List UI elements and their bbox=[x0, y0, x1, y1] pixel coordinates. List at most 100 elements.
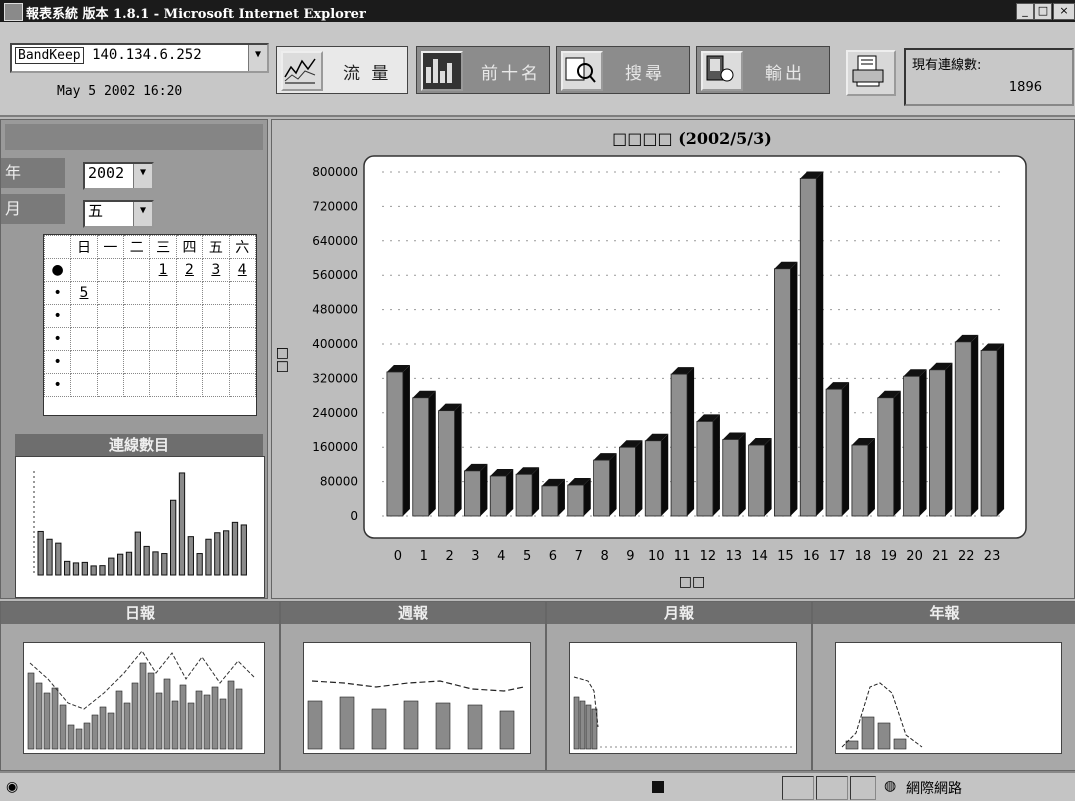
calendar-week-row: • bbox=[43, 350, 257, 374]
connections-label: 現有連線數: bbox=[912, 58, 982, 73]
yearly-report-chart[interactable] bbox=[835, 642, 1062, 754]
traffic-label: 流 量 bbox=[343, 64, 392, 84]
monthly-report-chart[interactable] bbox=[569, 642, 797, 754]
maximize-button[interactable]: □ bbox=[1034, 3, 1052, 20]
mini-bar bbox=[223, 530, 230, 576]
bar-side bbox=[712, 414, 720, 516]
bar bbox=[929, 362, 953, 517]
current-datetime: May 5 2002 16:20 bbox=[57, 84, 183, 99]
plot-area bbox=[363, 155, 1027, 539]
mini-bar bbox=[55, 542, 62, 576]
device-select[interactable]: BandKeep 140.134.6.252 ▼ bbox=[10, 43, 269, 73]
mini-bar bbox=[170, 499, 177, 576]
bar bbox=[851, 438, 875, 517]
bar bbox=[464, 463, 488, 517]
bar bbox=[644, 433, 669, 517]
calendar-day-link[interactable]: 5 bbox=[70, 281, 98, 305]
weekly-report-chart[interactable] bbox=[303, 642, 531, 754]
calendar-day-link[interactable]: 3 bbox=[202, 258, 230, 282]
month-label: 月 bbox=[1, 194, 65, 224]
mini-bar-chart bbox=[33, 471, 247, 576]
bar-front bbox=[619, 446, 636, 517]
bar bbox=[619, 440, 643, 517]
bar-side bbox=[945, 362, 953, 516]
print-button[interactable] bbox=[846, 50, 896, 96]
x-tick-label: 4 bbox=[497, 549, 505, 564]
week-globe-icon[interactable]: • bbox=[43, 304, 72, 328]
top10-button[interactable]: 前十名 bbox=[416, 46, 550, 94]
calendar-day-link[interactable]: 2 bbox=[175, 258, 204, 282]
chevron-down-icon[interactable]: ▼ bbox=[133, 202, 152, 226]
bar-front bbox=[851, 444, 869, 517]
x-tick-label: 1 bbox=[420, 549, 428, 564]
close-button[interactable]: × bbox=[1053, 3, 1075, 20]
export-icon bbox=[701, 51, 743, 91]
calendar-week-row: • bbox=[43, 373, 257, 397]
week-globe-icon[interactable]: • bbox=[43, 350, 72, 374]
daily-report-panel[interactable]: 日報 bbox=[0, 601, 280, 771]
bar-side bbox=[687, 367, 695, 516]
x-tick-label: 12 bbox=[700, 549, 717, 564]
bar-front bbox=[489, 475, 507, 517]
traffic-button[interactable]: 流 量 bbox=[276, 46, 408, 94]
bar bbox=[954, 334, 979, 517]
week-globe-icon[interactable]: • bbox=[43, 327, 72, 351]
search-button[interactable]: 搜尋 bbox=[556, 46, 690, 94]
mini-chart-title: 連線數目 bbox=[15, 434, 263, 456]
x-tick-label: 15 bbox=[777, 549, 794, 564]
mini-connections-chart[interactable] bbox=[15, 456, 265, 598]
mini-bar bbox=[46, 538, 53, 576]
bar-side bbox=[506, 469, 514, 516]
week-globe-icon[interactable]: • bbox=[43, 373, 72, 397]
bar bbox=[722, 432, 746, 517]
bar bbox=[799, 171, 824, 517]
x-tick-label: 23 bbox=[984, 549, 1001, 564]
x-tick-label: 20 bbox=[906, 549, 923, 564]
mini-bar bbox=[81, 561, 88, 576]
month-select[interactable]: 五 ▼ bbox=[83, 200, 154, 228]
bar-side bbox=[402, 364, 410, 516]
weekday-tue: 二 bbox=[123, 235, 151, 259]
week-globe-icon[interactable]: ● bbox=[43, 258, 72, 282]
status-pane bbox=[816, 776, 848, 800]
y-tick-label: 800000 bbox=[312, 165, 358, 179]
bar bbox=[541, 478, 565, 517]
bar bbox=[386, 364, 410, 517]
calendar-day-link[interactable]: 1 bbox=[149, 258, 177, 282]
bar-side bbox=[764, 438, 772, 516]
weekday-sat: 六 bbox=[228, 235, 257, 259]
bar-side bbox=[532, 467, 540, 516]
device-prefix: BandKeep bbox=[15, 47, 84, 64]
mini-bar bbox=[161, 553, 168, 576]
bar-side bbox=[893, 390, 901, 516]
chevron-down-icon[interactable]: ▼ bbox=[248, 45, 267, 71]
x-tick-label: 18 bbox=[855, 549, 872, 564]
yearly-report-panel[interactable]: 年報 bbox=[812, 601, 1075, 771]
monthly-report-panel[interactable]: 月報 bbox=[546, 601, 812, 771]
year-select[interactable]: 2002 ▼ bbox=[83, 162, 154, 190]
bar-side bbox=[635, 440, 643, 516]
bar-front bbox=[464, 470, 481, 517]
bar-side bbox=[480, 463, 488, 516]
weekly-report-panel[interactable]: 週報 bbox=[280, 601, 546, 771]
calendar-day-link[interactable]: 4 bbox=[228, 258, 257, 282]
bar bbox=[489, 469, 514, 517]
bar-side bbox=[816, 171, 824, 516]
bar bbox=[515, 467, 540, 517]
top10-label: 前十名 bbox=[481, 64, 541, 84]
week-globe-icon[interactable]: • bbox=[43, 281, 72, 305]
y-tick-label: 560000 bbox=[312, 268, 358, 282]
mini-bar bbox=[125, 551, 133, 576]
x-tick-label: 10 bbox=[648, 549, 665, 564]
weekday-wed: 三 bbox=[149, 235, 177, 259]
chevron-down-icon[interactable]: ▼ bbox=[133, 164, 152, 188]
daily-report-chart[interactable] bbox=[23, 642, 265, 754]
bar bbox=[774, 261, 798, 517]
export-button[interactable]: 輸出 bbox=[696, 46, 830, 94]
minimize-button[interactable]: _ bbox=[1016, 3, 1034, 20]
printer-icon bbox=[848, 55, 888, 93]
progress-indicator bbox=[652, 781, 664, 793]
x-tick-label: 22 bbox=[958, 549, 975, 564]
export-label: 輸出 bbox=[765, 64, 805, 84]
calendar-day bbox=[123, 258, 151, 282]
